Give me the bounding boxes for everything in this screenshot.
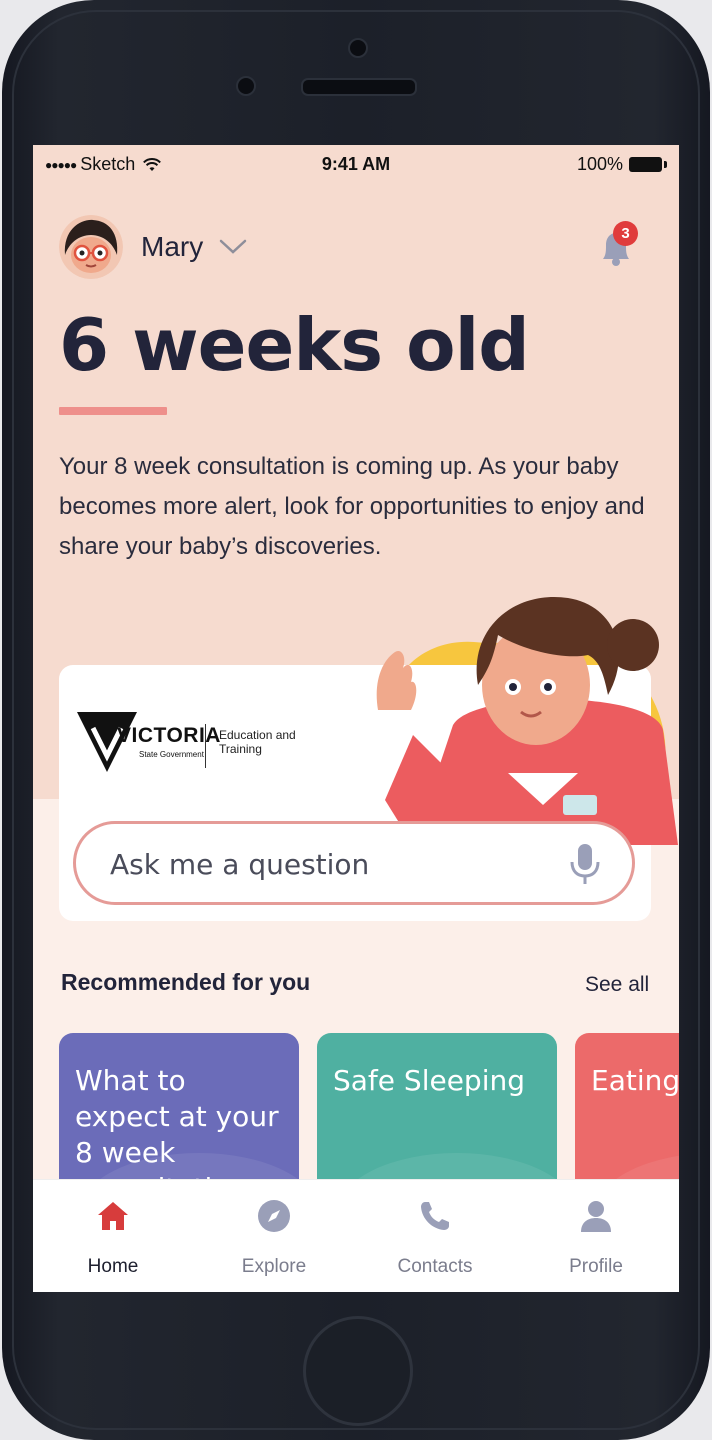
card-title: Safe Sleeping [333,1064,525,1097]
earpiece-speaker [301,78,417,96]
victoria-government-logo: VICTORIA State Government Education and … [77,710,317,780]
phone-icon [421,1202,449,1230]
avatar-illustration [59,215,123,279]
user-name: Mary [141,231,204,262]
compass-icon [258,1200,290,1232]
chevron-down-icon [219,239,247,254]
tab-label: Contacts [397,1256,473,1277]
home-hardware-button[interactable] [303,1316,413,1426]
microphone-icon[interactable] [568,842,602,886]
status-bar: ●●●●● Sketch 9:41 AM 100% [33,145,679,185]
battery-status: 100% [577,154,667,175]
home-icon [98,1202,128,1230]
title-underline [59,407,167,415]
department-name: Education and Training [219,728,296,756]
see-all-link[interactable]: See all [585,973,649,997]
app-screen: ●●●●● Sketch 9:41 AM 100% Mary 3 6 weeks… [33,145,679,1292]
tab-explore[interactable]: Explore [194,1180,354,1292]
ask-question-input[interactable]: Ask me a question [73,821,635,905]
section-title: Recommended for you [61,969,311,995]
tab-contacts[interactable]: Contacts [355,1180,515,1292]
logo-subtext: State Government [139,750,204,759]
bottom-tab-bar: Home Explore Contacts Profile [33,1179,679,1292]
notification-badge: 3 [613,221,638,246]
avatar[interactable] [59,215,123,279]
search-placeholder: Ask me a question [110,848,370,881]
profile-switcher[interactable]: Mary [59,215,247,279]
logo-divider [205,724,206,768]
tab-profile[interactable]: Profile [516,1180,676,1292]
page-title: 6 weeks old [59,303,530,387]
battery-icon [629,157,667,172]
intro-text: Your 8 week consultation is coming up. A… [59,453,645,560]
card-title: Eating [591,1064,679,1097]
tab-label: Profile [569,1256,623,1277]
proximity-sensor [236,76,256,96]
battery-percent: 100% [576,154,623,174]
front-camera [348,38,368,58]
tab-home[interactable]: Home [33,1180,193,1292]
tab-label: Explore [241,1256,307,1277]
user-icon [581,1201,611,1232]
tab-label: Home [87,1256,139,1277]
